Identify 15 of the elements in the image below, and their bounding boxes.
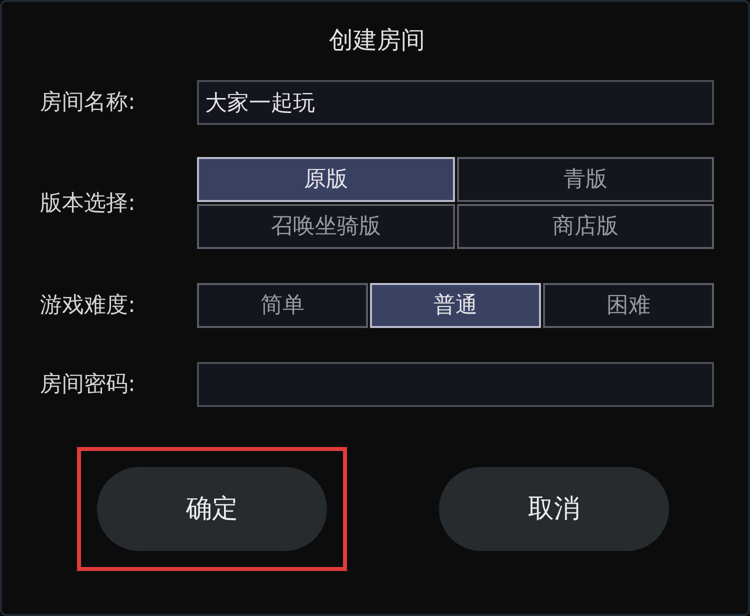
option-button[interactable]: 简单 — [197, 283, 368, 328]
dialog-title: 创建房间 — [329, 25, 425, 56]
option-button[interactable]: 原版 — [197, 157, 454, 202]
option-button[interactable]: 困难 — [543, 283, 714, 328]
option-button[interactable]: 召唤坐骑版 — [197, 204, 454, 249]
room-name-field[interactable]: 大家一起玩 — [197, 80, 714, 125]
field-label: 房间名称: — [40, 89, 136, 117]
option-button[interactable]: 普通 — [370, 283, 541, 328]
field-label: 游戏难度: — [40, 292, 136, 320]
option-button[interactable]: 青版 — [456, 157, 714, 202]
dialog-button[interactable]: 确定 — [97, 467, 327, 551]
dialog-button[interactable]: 取消 — [439, 467, 669, 551]
field-label: 版本选择: — [40, 190, 136, 218]
field-label: 房间密码: — [40, 371, 136, 399]
option-button[interactable]: 商店版 — [456, 204, 714, 249]
